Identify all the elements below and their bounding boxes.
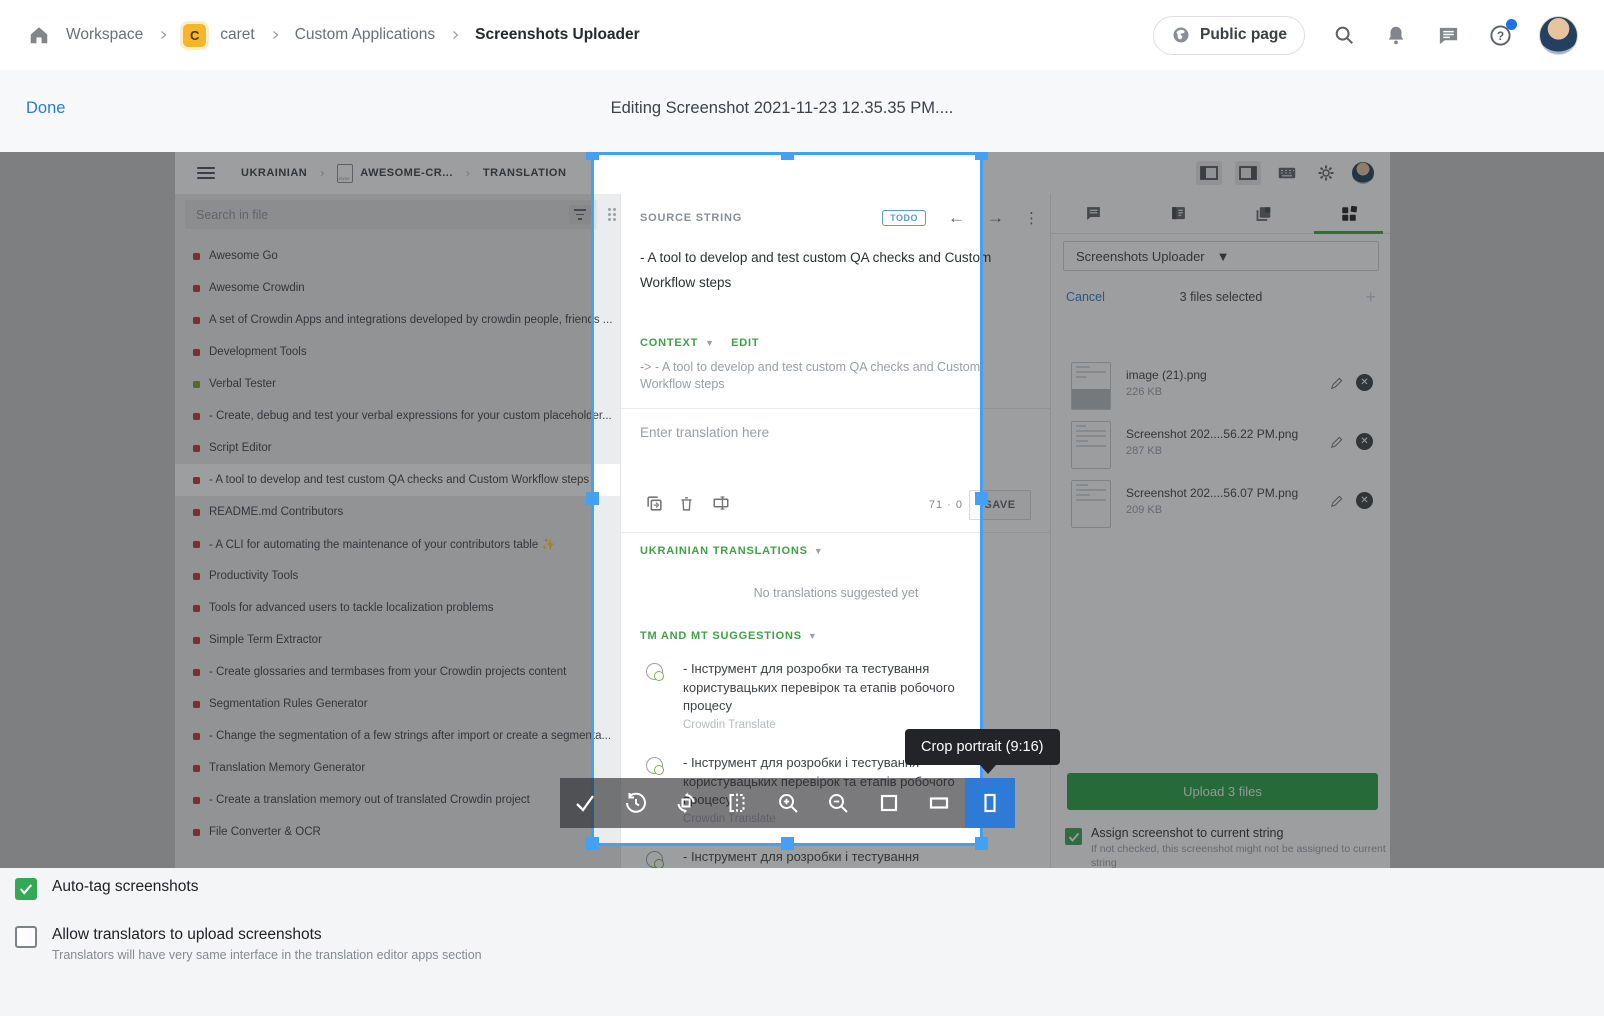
context-label: CONTEXT — [640, 337, 698, 349]
context-text: -> - A tool to develop and test custom Q… — [640, 359, 1018, 393]
flip-button[interactable] — [712, 778, 763, 828]
notification-dot — [1506, 19, 1517, 30]
caret-down-icon: ▼ — [705, 338, 714, 348]
crop-handle-bottom-right[interactable] — [975, 837, 988, 850]
chevron-right-icon — [269, 29, 281, 41]
clear-translation-icon — [678, 494, 695, 513]
crop-handle-bottom-center[interactable] — [781, 837, 794, 850]
help-icon[interactable]: ? — [1487, 22, 1513, 48]
source-string-text: - A tool to develop and test custom QA c… — [640, 245, 1032, 295]
chevron-right-icon — [157, 29, 169, 41]
select-text-icon — [711, 494, 731, 512]
breadcrumb-project[interactable]: caret — [220, 26, 254, 44]
crop-dim-overlay-left — [175, 152, 593, 868]
character-counter: 71 · 0 — [929, 499, 963, 511]
public-page-button[interactable]: Public page — [1153, 16, 1305, 55]
topbar-actions: Public page ? — [1153, 16, 1604, 55]
previous-string-arrow-icon: ← — [948, 208, 965, 228]
user-avatar[interactable] — [1539, 16, 1578, 55]
caret-down-icon: ▼ — [808, 631, 817, 641]
allow-translators-checkbox[interactable] — [15, 926, 37, 948]
allow-translators-setting: Allow translators to upload screenshots … — [15, 926, 482, 962]
crop-square-button[interactable] — [863, 778, 914, 828]
home-icon[interactable] — [26, 22, 52, 48]
allow-translators-note: Translators will have very same interfac… — [52, 948, 482, 962]
machine-translation-icon — [646, 663, 663, 680]
crop-toolbar — [560, 778, 1015, 828]
source-string-label: SOURCE STRING — [640, 212, 742, 224]
crop-landscape-button[interactable] — [914, 778, 965, 828]
breadcrumb-screenshots-uploader: Screenshots Uploader — [475, 26, 640, 44]
tooltip-arrow — [980, 765, 996, 774]
machine-translation-icon — [646, 757, 663, 774]
translation-input-placeholder: Enter translation here — [640, 425, 769, 440]
copy-source-icon — [645, 494, 664, 513]
breadcrumb-workspace[interactable]: Workspace — [66, 26, 143, 44]
screenshot-edit-header: Done Editing Screenshot 2021-11-23 12.35… — [0, 70, 1604, 153]
autotag-checkbox[interactable] — [15, 878, 37, 900]
zoom-in-button[interactable] — [762, 778, 813, 828]
caret-down-icon: ▼ — [814, 546, 823, 556]
zoom-out-button[interactable] — [813, 778, 864, 828]
crop-handle-top-left[interactable] — [586, 152, 599, 160]
reset-history-button[interactable] — [611, 778, 662, 828]
crop-tooltip: Crop portrait (9:16) — [905, 729, 1060, 765]
add-file-plus-icon: + — [1365, 287, 1376, 308]
crop-handle-top-right[interactable] — [975, 152, 988, 160]
tm-suggestion: - Інструмент для розробки та тестування … — [646, 660, 1031, 731]
rotate-crop-button[interactable] — [661, 778, 712, 828]
project-avatar[interactable]: C — [183, 24, 206, 47]
messages-icon[interactable] — [1435, 22, 1461, 48]
tm-mt-section-header: TM AND MT SUGGESTIONS ▼ — [640, 630, 817, 642]
svg-text:?: ? — [1496, 28, 1503, 42]
search-icon[interactable] — [1331, 22, 1357, 48]
editing-title: Editing Screenshot 2021-11-23 12.35.35 P… — [0, 99, 1564, 118]
confirm-crop-button[interactable] — [560, 778, 611, 828]
breadcrumb: Workspace C caret Custom Applications Sc… — [0, 22, 640, 48]
public-page-label: Public page — [1200, 26, 1287, 44]
context-row: CONTEXT ▼ EDIT — [640, 337, 759, 349]
crop-handle-middle-right[interactable] — [975, 492, 988, 505]
app-root: Workspace C caret Custom Applications Sc… — [0, 0, 1604, 1016]
screenshot-crop-editor: UKRAINIAN › AWESOME-CR... › TRANSLATION — [0, 152, 1604, 868]
uploader-settings: Auto-tag screenshots Allow translators t… — [0, 868, 1604, 1016]
crop-handle-bottom-left[interactable] — [586, 837, 599, 850]
panel-drag-handle-icon — [608, 208, 617, 221]
crop-portrait-button[interactable] — [965, 778, 1016, 828]
globe-icon — [1171, 25, 1191, 45]
breadcrumb-custom-applications[interactable]: Custom Applications — [295, 26, 435, 44]
todo-status-badge: TODO — [882, 210, 926, 226]
crop-handle-top-center[interactable] — [781, 152, 794, 160]
autotag-setting: Auto-tag screenshots — [15, 878, 198, 900]
top-navigation-bar: Workspace C caret Custom Applications Sc… — [0, 0, 1604, 71]
crop-handle-middle-left[interactable] — [586, 492, 599, 505]
translations-section-header: UKRAINIAN TRANSLATIONS ▼ — [640, 545, 823, 557]
autotag-label[interactable]: Auto-tag screenshots — [52, 878, 198, 896]
allow-translators-label[interactable]: Allow translators to upload screenshots — [52, 926, 482, 944]
chevron-right-icon — [449, 29, 461, 41]
edit-context-label: EDIT — [731, 337, 759, 349]
notifications-bell-icon[interactable] — [1383, 22, 1409, 48]
